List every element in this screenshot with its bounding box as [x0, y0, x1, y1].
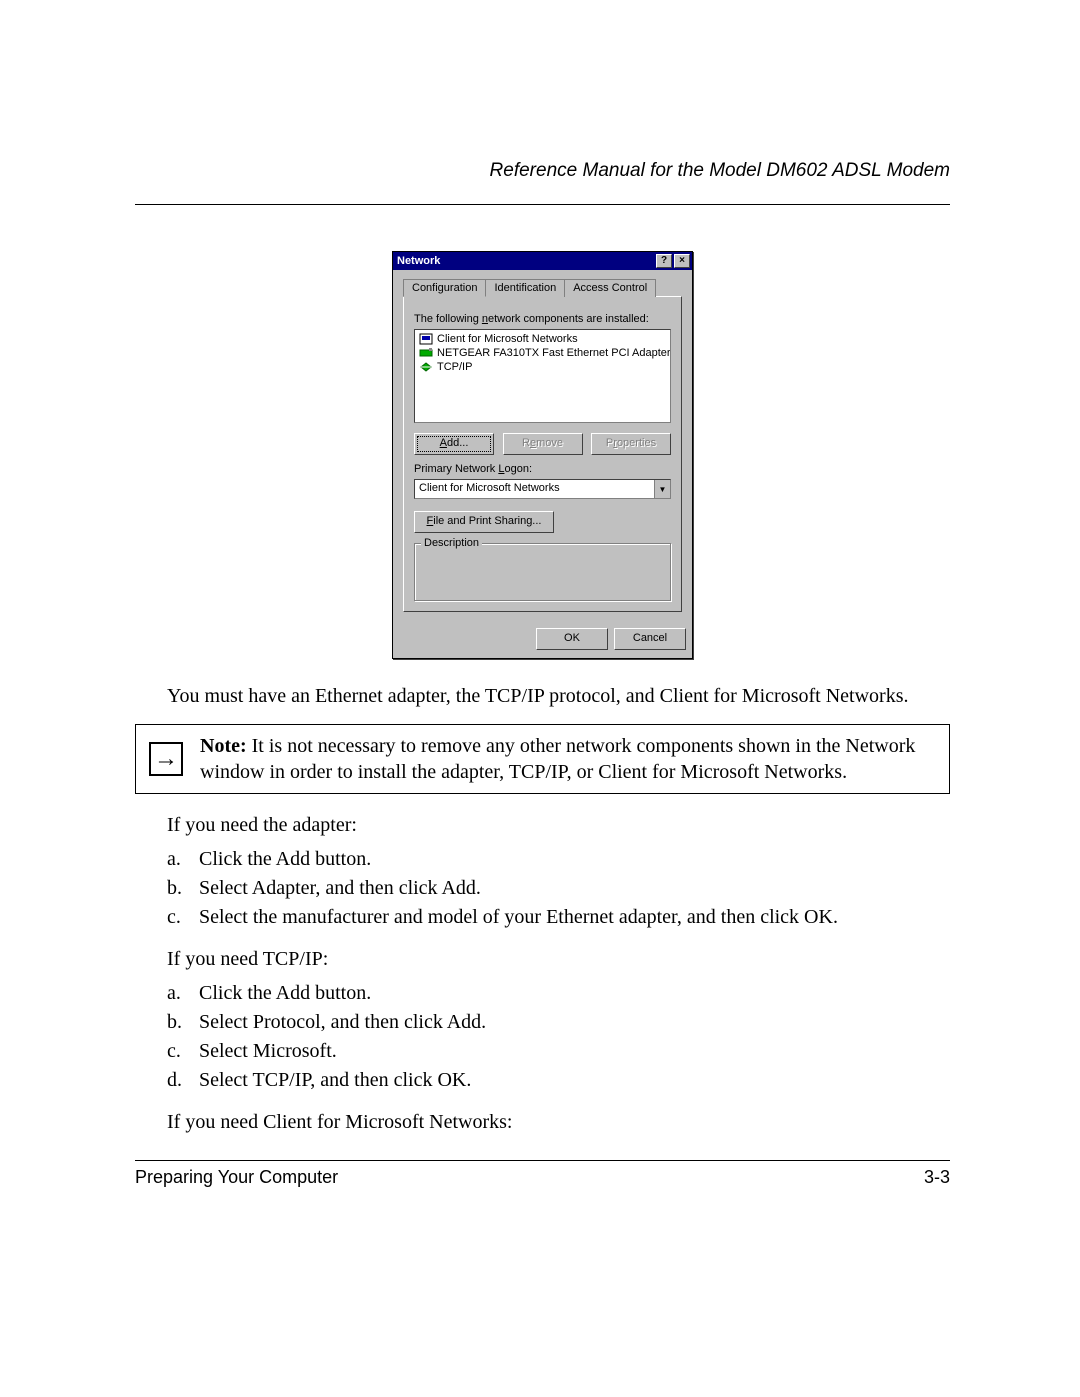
list-button-row: Add... Remove Properties [414, 433, 671, 455]
note-text: Note: It is not necessary to remove any … [200, 733, 939, 785]
step-text: Select the manufacturer and model of you… [199, 906, 838, 929]
dialog-figure: Network ? × Configuration Identification… [135, 251, 950, 659]
description-label: Description [421, 537, 482, 549]
ok-button[interactable]: OK [536, 628, 608, 650]
paragraph: If you need the adapter: [167, 812, 950, 839]
components-label: The following network components are ins… [414, 313, 671, 325]
list-item: a. Click the Add button. [167, 845, 950, 874]
file-print-sharing-button[interactable]: File and Print Sharing... [414, 511, 554, 533]
help-button[interactable]: ? [656, 254, 672, 268]
tab-label: Access Control [573, 282, 647, 294]
arrow-right-icon: → [149, 742, 183, 776]
step-text: Select Microsoft. [199, 1040, 337, 1063]
titlebar: Network ? × [393, 252, 692, 270]
list-item: b. Select Protocol, and then click Add. [167, 1008, 950, 1037]
combo-value: Client for Microsoft Networks [415, 480, 654, 498]
list-item[interactable]: TCP/IP [417, 360, 668, 374]
note-label: Note: [200, 735, 247, 757]
tab-access-control[interactable]: Access Control [564, 279, 656, 297]
note-box: → Note: It is not necessary to remove an… [135, 724, 950, 794]
step-text: Click the Add button. [199, 848, 371, 871]
list-item[interactable]: NETGEAR FA310TX Fast Ethernet PCI Adapte… [417, 346, 668, 360]
components-listbox[interactable]: Client for Microsoft Networks NETGEAR FA… [414, 329, 671, 423]
dialog-footer: OK Cancel [393, 622, 692, 658]
list-item-label: Client for Microsoft Networks [437, 333, 578, 345]
adapter-steps: a. Click the Add button. b. Select Adapter… [167, 845, 950, 932]
step-text: Select Adapter, and then click Add. [199, 877, 481, 900]
tcpip-steps: a. Click the Add button. b. Select Protoco… [167, 979, 950, 1095]
list-item-label: NETGEAR FA310TX Fast Ethernet PCI Adapte… [437, 347, 671, 359]
marker: a. [167, 848, 185, 871]
protocol-icon [419, 361, 433, 373]
primary-logon-combo[interactable]: Client for Microsoft Networks ▼ [414, 479, 671, 499]
adapter-icon [419, 347, 433, 359]
note-icon-wrap: → [146, 733, 186, 785]
note-body: It is not necessary to remove any other … [200, 735, 915, 783]
add-button[interactable]: Add... [414, 433, 494, 455]
primary-logon-label: Primary Network Logon: [414, 463, 671, 475]
tab-label: Identification [494, 282, 556, 294]
header-rule [135, 204, 950, 205]
step-text: Select Protocol, and then click Add. [199, 1011, 486, 1034]
footer-page-number: 3-3 [924, 1167, 950, 1188]
list-item: b. Select Adapter, and then click Add. [167, 874, 950, 903]
list-item: d. Select TCP/IP, and then click OK. [167, 1066, 950, 1095]
description-groupbox: Description [414, 543, 671, 601]
marker: b. [167, 1011, 185, 1034]
tab-label: Configuration [412, 282, 477, 294]
footer-section: Preparing Your Computer [135, 1167, 338, 1188]
tab-identification[interactable]: Identification [485, 279, 565, 297]
step-text: Click the Add button. [199, 982, 371, 1005]
marker: b. [167, 877, 185, 900]
tab-configuration[interactable]: Configuration [403, 279, 486, 297]
marker: c. [167, 1040, 185, 1063]
remove-button: Remove [503, 433, 583, 455]
list-item: a. Click the Add button. [167, 979, 950, 1008]
chevron-down-icon[interactable]: ▼ [654, 480, 670, 498]
page-footer: Preparing Your Computer 3-3 [135, 1160, 950, 1188]
marker: a. [167, 982, 185, 1005]
tab-bar: Configuration Identification Access Cont… [403, 278, 682, 297]
dialog-body: Configuration Identification Access Cont… [393, 270, 692, 622]
properties-button: Properties [591, 433, 671, 455]
cancel-button[interactable]: Cancel [614, 628, 686, 650]
paragraph: If you need Client for Microsoft Network… [167, 1109, 950, 1136]
list-item: c. Select the manufacturer and model of y… [167, 903, 950, 932]
paragraph: You must have an Ethernet adapter, the T… [167, 683, 950, 710]
document-page: Reference Manual for the Model DM602 ADS… [0, 0, 1080, 1268]
list-item[interactable]: Client for Microsoft Networks [417, 332, 668, 346]
page-header-title: Reference Manual for the Model DM602 ADS… [135, 160, 950, 188]
paragraph: If you need TCP/IP: [167, 946, 950, 973]
network-dialog: Network ? × Configuration Identification… [392, 251, 693, 659]
step-text: Select TCP/IP, and then click OK. [199, 1069, 471, 1092]
client-icon [419, 333, 433, 345]
marker: c. [167, 906, 185, 929]
marker: d. [167, 1069, 185, 1092]
close-button[interactable]: × [674, 254, 690, 268]
list-item-label: TCP/IP [437, 361, 472, 373]
tab-panel-configuration: The following network components are ins… [403, 296, 682, 612]
list-item: c. Select Microsoft. [167, 1037, 950, 1066]
titlebar-buttons: ? × [656, 254, 690, 268]
dialog-title: Network [397, 254, 440, 268]
